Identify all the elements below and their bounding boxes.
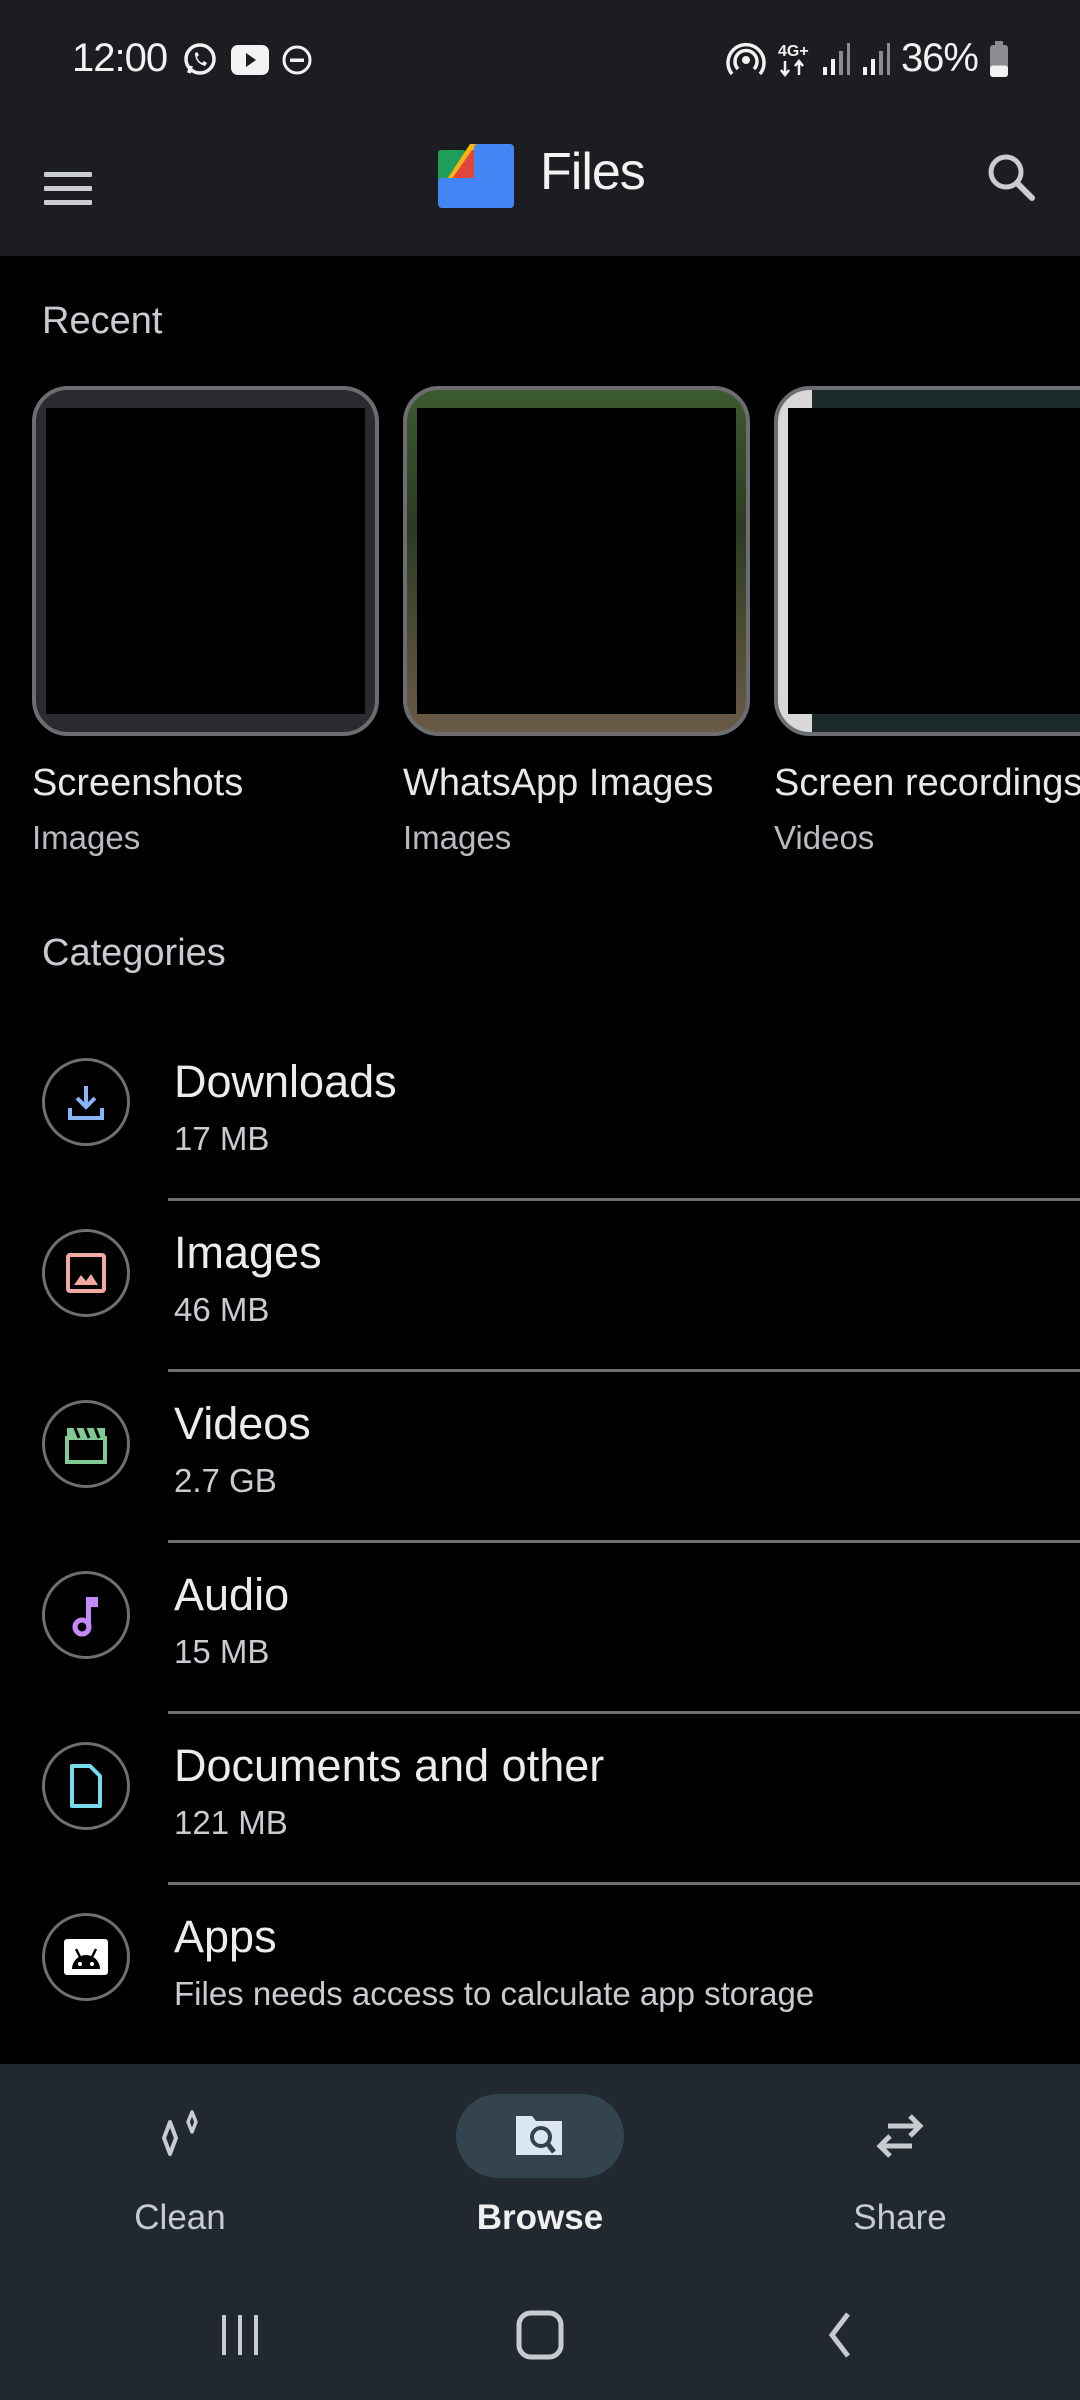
- network-label: 4G+: [778, 43, 809, 60]
- download-icon: [68, 1086, 104, 1120]
- back-icon[interactable]: [800, 2300, 880, 2370]
- category-name: Downloads: [174, 1056, 397, 1107]
- clapperboard-icon: [65, 1427, 107, 1464]
- recents-icon[interactable]: [200, 2300, 280, 2370]
- nav-label: Browse: [476, 2198, 604, 2237]
- thumbnail: [32, 386, 379, 736]
- system-navigation-bar: [0, 2300, 1080, 2370]
- category-name: Audio: [174, 1569, 290, 1620]
- recent-item-screen-recordings[interactable]: Screen recordings Videos: [774, 386, 1080, 857]
- category-downloads[interactable]: Downloads 17 MB: [0, 1030, 1080, 1201]
- nav-label: Share: [853, 2198, 947, 2237]
- app-title: Files: [540, 143, 646, 201]
- recent-item-name: Screen recordings: [774, 762, 1080, 804]
- files-app-logo: [438, 144, 514, 208]
- nav-tab-clean[interactable]: Clean: [60, 2094, 300, 2238]
- recent-item-name: Screenshots: [32, 762, 244, 804]
- category-size: 17 MB: [174, 1120, 270, 1157]
- thumbnail: [403, 386, 750, 736]
- music-note-icon: [72, 1597, 98, 1637]
- battery-percent: 36%: [900, 36, 979, 80]
- hotspot-icon: [726, 42, 766, 75]
- youtube-icon: [231, 45, 269, 75]
- thumbnail: [774, 386, 1080, 736]
- categories-list: Downloads 17 MB Images 46 MB Videos 2.7 …: [0, 1030, 1080, 2056]
- active-indicator: [456, 2094, 624, 2178]
- category-detail: Files needs access to calculate app stor…: [174, 1975, 815, 2012]
- recent-item-type: Images: [403, 819, 512, 856]
- category-size: 15 MB: [174, 1633, 270, 1670]
- recent-item-name: WhatsApp Images: [403, 762, 714, 804]
- network-4g-plus-icon: 4G+: [778, 43, 809, 77]
- category-audio[interactable]: Audio 15 MB: [0, 1543, 1080, 1714]
- whatsapp-icon: [184, 43, 216, 75]
- category-documents[interactable]: Documents and other 121 MB: [0, 1714, 1080, 1885]
- nav-label: Clean: [134, 2198, 226, 2237]
- recent-list: Screenshots Images WhatsApp Images Image…: [32, 386, 1080, 857]
- folder-search-icon: [516, 2116, 562, 2155]
- category-size: 2.7 GB: [174, 1462, 277, 1499]
- document-icon: [70, 1764, 102, 1808]
- signal-icon: [862, 42, 890, 75]
- category-name: Images: [174, 1227, 322, 1278]
- swap-arrows-icon: [876, 2114, 924, 2158]
- app-bar: Files: [0, 120, 1080, 256]
- search-icon[interactable]: [980, 146, 1044, 210]
- categories-section-title: Categories: [42, 932, 226, 974]
- category-images[interactable]: Images 46 MB: [0, 1201, 1080, 1372]
- android-icon: [64, 1939, 108, 1975]
- category-apps[interactable]: Apps Files needs access to calculate app…: [0, 1885, 1080, 2056]
- category-size: 121 MB: [174, 1804, 288, 1841]
- battery-icon: [990, 40, 1008, 77]
- recent-item-whatsapp-images[interactable]: WhatsApp Images Images: [403, 386, 750, 857]
- image-icon: [66, 1253, 106, 1293]
- do-not-disturb-icon: [282, 45, 312, 75]
- bottom-navigation: Clean Browse Share: [0, 2064, 1080, 2400]
- category-videos[interactable]: Videos 2.7 GB: [0, 1372, 1080, 1543]
- recent-section-title: Recent: [42, 300, 163, 342]
- status-bar: 12:00 4G+ 36%: [0, 0, 1080, 120]
- nav-tab-browse[interactable]: Browse: [420, 2094, 660, 2238]
- signal-icon: [822, 42, 850, 75]
- nav-tab-share[interactable]: Share: [780, 2094, 1020, 2238]
- status-time: 12:00: [72, 36, 168, 80]
- category-name: Documents and other: [174, 1740, 605, 1791]
- home-icon[interactable]: [500, 2300, 580, 2370]
- recent-item-type: Videos: [774, 819, 875, 856]
- hamburger-menu-icon[interactable]: [44, 160, 104, 216]
- sparkle-icon: [162, 2110, 198, 2156]
- category-size: 46 MB: [174, 1291, 270, 1328]
- recent-item-screenshots[interactable]: Screenshots Images: [32, 386, 379, 857]
- category-name: Videos: [174, 1398, 311, 1449]
- recent-item-type: Images: [32, 819, 141, 856]
- category-name: Apps: [174, 1911, 277, 1962]
